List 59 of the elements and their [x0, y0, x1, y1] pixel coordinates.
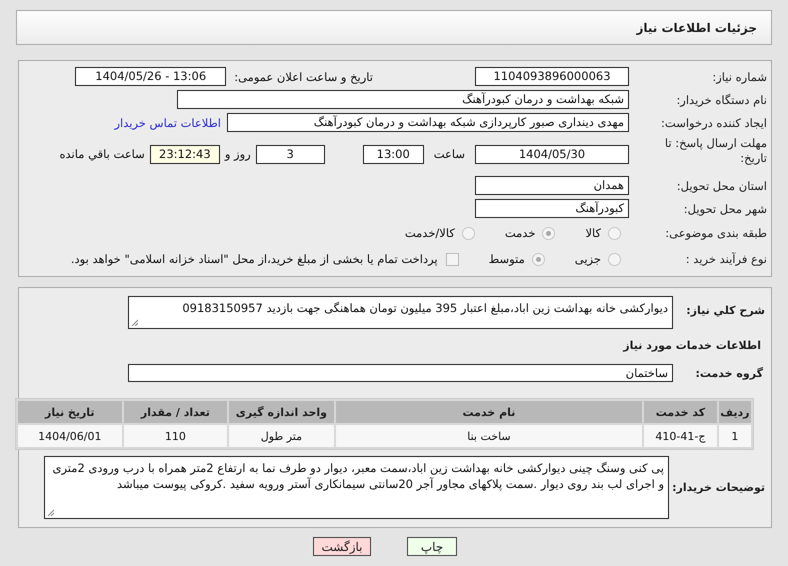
column-header: تعداد / مقدار: [124, 401, 228, 423]
column-header: واحد اندازه گیری: [229, 401, 334, 423]
radio-label: کالا/خدمت: [404, 226, 455, 240]
remaining-label: ساعت باقي مانده: [60, 147, 145, 161]
table-cell: 110: [124, 425, 228, 447]
field-label: نوع فرآیند خرید :: [684, 252, 768, 266]
radio-button[interactable]: [462, 226, 475, 240]
radio-button[interactable]: [608, 252, 621, 266]
section-title: اطلاعات خدمات مورد نیاز: [622, 339, 761, 352]
service-group-field: ساختمان: [128, 364, 673, 382]
buyer-org-field: شبکه بهداشت و درمان کبودرآهنگ: [177, 90, 629, 109]
remaining-time-field: 23:12:43: [150, 144, 220, 164]
field-label: گروه خدمت:: [694, 366, 764, 380]
radio-label: جزیی: [574, 252, 601, 266]
field-label: مهلت ارسال پاسخ: تا تاریخ:: [664, 136, 768, 166]
announce-date-field: 1404/05/26 - 13:06: [75, 67, 226, 86]
field-label: توضیحات خریدار:: [671, 481, 766, 494]
page-title: جزئیات اطلاعات نیاز: [16, 10, 772, 45]
radio-button[interactable]: [542, 226, 556, 240]
checkbox[interactable]: [446, 252, 459, 266]
buyer-notes-text: پی کنی وسنگ چینی دیوارکشی خانه بهداشت زین اباد،سمت معبر، دیوار دو طرف نما به ارتفاع 2متر همراه با درب ورودی 2متری و اجرای لب بند روی دیوار .سمت پلاکهای مجاور آجر 20سانتی سیمانکاری آستر ورویه سفید .کروکی پیوست میباشد: [52, 461, 664, 491]
table-cell: 1404/06/01: [18, 425, 122, 447]
radio-label: متوسط: [488, 252, 525, 266]
field-label: طبقه بندی موضوعی:: [664, 226, 768, 240]
radio-label: خدمت: [504, 226, 536, 240]
days-label: روز و: [224, 147, 251, 161]
time-label: ساعت: [434, 147, 465, 161]
field-label: شرح کلي نياز:: [685, 303, 766, 317]
deadline-time-field: 13:00: [362, 144, 424, 164]
field-label: نام دستگاه خریدار:: [675, 92, 768, 106]
radio-button[interactable]: [608, 226, 621, 240]
field-label: استان محل تحویل:: [676, 178, 768, 192]
field-label: تاریخ و ساعت اعلان عمومی:: [234, 70, 373, 84]
radio-label: کالا: [585, 226, 601, 240]
province-field: همدان: [475, 176, 629, 195]
radio-button[interactable]: [532, 252, 545, 266]
column-header: کد خدمت: [644, 401, 717, 423]
need-number-field: 1104093896000063: [475, 67, 629, 86]
description-text: دیوارکشی خانه بهداشت زین اباد،مبلغ اعتبار 395 میلیون تومان هماهنگی جهت بازدید 09183150957: [182, 301, 668, 315]
table-cell: 1: [718, 425, 751, 447]
column-header: تاریخ نیاز: [18, 401, 122, 423]
print-button[interactable]: چاپ: [407, 537, 457, 556]
city-field: کبودرآهنگ: [475, 199, 629, 218]
contact-info-link[interactable]: اطلاعات تماس خریدار: [114, 116, 221, 130]
back-button[interactable]: بازگشت: [313, 537, 371, 556]
treasury-payment-label: پرداخت تمام یا بخشی از مبلغ خرید،از محل "اسناد خزانه اسلامی" خواهد بود.: [70, 252, 438, 266]
field-label: ایجاد کننده درخواست:: [660, 116, 768, 130]
deadline-date-field: 1404/05/30: [475, 144, 629, 164]
table-cell: متر طول: [229, 425, 334, 447]
column-header: نام خدمت: [336, 401, 642, 423]
column-header: ردیف: [718, 401, 751, 423]
field-label: شماره نیاز:: [711, 70, 768, 84]
creator-field: مهدی دینداری صبور کارپردازی شبکه بهداشت و درمان کبودرآهنگ: [227, 113, 629, 132]
resize-grip-icon[interactable]: [47, 509, 54, 516]
days-field: 3: [256, 144, 325, 164]
table-cell: ج-41-410: [644, 425, 717, 447]
table-cell: ساخت بنا: [336, 425, 642, 447]
field-label: شهر محل تحویل:: [682, 202, 768, 216]
resize-grip-icon[interactable]: [131, 319, 138, 326]
